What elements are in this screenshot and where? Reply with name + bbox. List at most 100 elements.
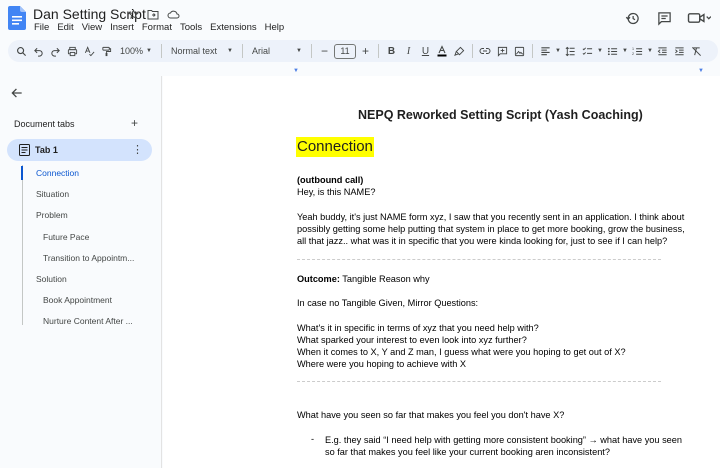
greeting-line[interactable]: Hey, is this NAME? (297, 186, 375, 199)
toolbar-divider (241, 44, 243, 58)
menu-extensions[interactable]: Extensions (206, 22, 260, 33)
add-tab-icon[interactable]: + (131, 116, 138, 130)
zoom-value: 100% (120, 46, 144, 56)
undo-icon[interactable] (31, 44, 46, 59)
outline-item-transition[interactable]: Transition to Appointm... (43, 253, 134, 263)
outcome-line[interactable]: Outcome: Tangible Reason why (297, 273, 430, 286)
bold-icon[interactable]: B (384, 44, 399, 59)
text-color-icon[interactable] (435, 44, 450, 59)
chevron-down-icon[interactable]: ▼ (597, 44, 603, 59)
menu-view[interactable]: View (78, 22, 106, 33)
pitch-line[interactable]: possibly getting some help putting that … (297, 223, 685, 236)
menu-file[interactable]: File (30, 22, 53, 33)
tab-1[interactable]: Tab 1 ⋮ (7, 139, 152, 161)
section-heading-connection[interactable]: Connection (296, 137, 374, 157)
print-icon[interactable] (65, 44, 80, 59)
increase-indent-icon[interactable] (672, 44, 687, 59)
link-icon[interactable] (478, 44, 493, 59)
document-tabs-heading: Document tabs (14, 119, 75, 129)
zoom-select[interactable]: 100% ▼ (116, 46, 156, 56)
toolbar-divider (377, 44, 379, 58)
font-size-input[interactable]: 11 (333, 43, 356, 59)
chevron-down-icon[interactable]: ▼ (622, 44, 628, 59)
highlight-icon[interactable] (452, 44, 467, 59)
chevron-down-icon: ▼ (227, 48, 233, 54)
svg-text:2: 2 (632, 52, 634, 56)
pitch-line[interactable]: all that jazz.. what was it in specific … (297, 235, 667, 248)
outline-active-indicator (21, 166, 23, 180)
more-vert-icon[interactable]: ⋮ (132, 143, 143, 156)
outbound-label-text: (outbound call) (297, 175, 364, 185)
question-line[interactable]: What's it in specific in terms of xyz th… (297, 322, 539, 335)
menu-bar: File Edit View Insert Format Tools Exten… (30, 22, 288, 33)
search-icon[interactable] (14, 44, 29, 59)
toolbar-divider (160, 44, 162, 58)
document-page[interactable]: NEPQ Reworked Setting Script (Yash Coach… (163, 76, 720, 468)
outline-item-situation[interactable]: Situation (36, 189, 69, 199)
decrease-font-size-icon[interactable]: − (317, 44, 332, 59)
cloud-status-icon[interactable] (166, 7, 180, 21)
toolbar-divider (471, 44, 473, 58)
chevron-down-icon[interactable]: ▼ (647, 44, 653, 59)
bullet-list-icon[interactable] (605, 44, 620, 59)
line-spacing-icon[interactable] (563, 44, 578, 59)
docs-logo-icon[interactable] (8, 6, 26, 30)
toolbar-divider (310, 44, 312, 58)
style-value: Normal text (170, 46, 217, 56)
outline-item-connection[interactable]: Connection (36, 168, 79, 178)
numbered-list-icon[interactable]: 12 (630, 44, 645, 59)
redo-icon[interactable] (48, 44, 63, 59)
left-indent-marker[interactable]: ▼ (293, 68, 299, 74)
document-heading-title[interactable]: NEPQ Reworked Setting Script (Yash Coach… (358, 108, 643, 122)
underline-icon[interactable]: U (418, 44, 433, 59)
menu-format[interactable]: Format (138, 22, 176, 33)
back-arrow-icon[interactable] (10, 86, 24, 100)
tab-label: Tab 1 (35, 145, 58, 155)
align-icon[interactable] (538, 44, 553, 59)
font-select[interactable]: Arial ▼ (248, 46, 306, 56)
decrease-indent-icon[interactable] (655, 44, 670, 59)
outline-item-solution[interactable]: Solution (36, 274, 67, 284)
version-history-icon[interactable] (622, 8, 642, 28)
document-canvas: NEPQ Reworked Setting Script (Yash Coach… (163, 76, 720, 468)
move-folder-icon[interactable] (146, 7, 160, 21)
checklist-icon[interactable] (580, 44, 595, 59)
image-icon[interactable] (512, 44, 527, 59)
comment-icon[interactable] (495, 44, 510, 59)
spellcheck-icon[interactable] (82, 44, 97, 59)
italic-icon[interactable]: I (401, 44, 416, 59)
question-line[interactable]: What have you seen so far that makes you… (297, 409, 564, 422)
comments-icon[interactable] (654, 8, 674, 28)
svg-text:1: 1 (632, 47, 634, 51)
bullet-line[interactable]: E.g. they said “I need help with getting… (325, 434, 720, 447)
menu-edit[interactable]: Edit (53, 22, 77, 33)
paint-format-icon[interactable] (99, 44, 114, 59)
clear-format-icon[interactable] (689, 44, 704, 59)
chevron-down-icon: ▼ (296, 48, 302, 54)
font-value: Arial (251, 46, 270, 56)
question-line[interactable]: When it comes to X, Y and Z man, I guess… (297, 346, 626, 359)
meet-icon[interactable] (686, 8, 712, 28)
menu-insert[interactable]: Insert (106, 22, 138, 33)
question-line[interactable]: What sparked your interest to even look … (297, 334, 527, 347)
increase-font-size-icon[interactable]: + (358, 44, 373, 59)
outline-item-nurture-content[interactable]: Nurture Content After ... (43, 316, 133, 326)
menu-help[interactable]: Help (261, 22, 289, 33)
style-select[interactable]: Normal text ▼ (167, 46, 237, 56)
divider-line (297, 259, 661, 260)
right-indent-marker[interactable]: ▼ (698, 68, 704, 74)
outbound-label[interactable]: (outbound call) (297, 174, 363, 187)
bullet-line[interactable]: so far that makes you feel like your cur… (325, 446, 720, 459)
no-tangible-line[interactable]: In case no Tangible Given, Mirror Questi… (297, 297, 478, 310)
pitch-line[interactable]: Yeah buddy, it's just NAME form xyz, I s… (297, 211, 684, 224)
outline-item-book-appointment[interactable]: Book Appointment (43, 295, 112, 305)
chevron-down-icon[interactable]: ▼ (555, 44, 561, 59)
outline-item-problem[interactable]: Problem (36, 210, 68, 220)
toolbar-divider (531, 44, 533, 58)
divider-line (297, 381, 661, 382)
outline-item-future-pace[interactable]: Future Pace (43, 232, 89, 242)
outcome-label: Outcome: (297, 274, 340, 284)
menu-tools[interactable]: Tools (176, 22, 206, 33)
question-line[interactable]: Where were you hoping to achieve with X (297, 358, 466, 371)
star-icon[interactable] (126, 7, 140, 21)
